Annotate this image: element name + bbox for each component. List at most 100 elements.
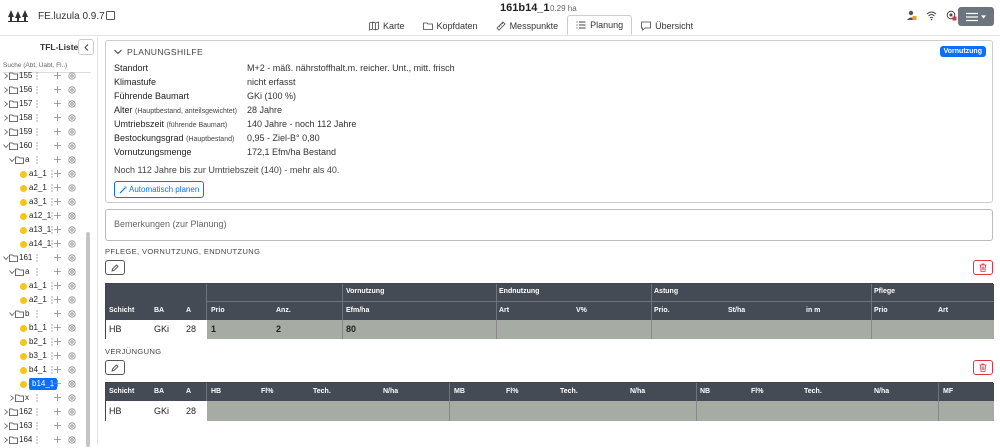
- tree-folder[interactable]: b: [0, 308, 92, 322]
- tree-folder[interactable]: 159: [0, 126, 92, 140]
- tree-leaf[interactable]: b1_1: [0, 322, 92, 336]
- gear-icon[interactable]: [68, 380, 76, 388]
- plus-icon[interactable]: [54, 310, 61, 317]
- plus-icon[interactable]: [54, 394, 61, 401]
- gear-icon[interactable]: [68, 170, 76, 178]
- gear-icon[interactable]: [68, 100, 76, 108]
- gear-icon[interactable]: [68, 212, 76, 220]
- gear-icon[interactable]: [68, 282, 76, 290]
- gear-icon[interactable]: [68, 72, 76, 80]
- wifi-icon[interactable]: [926, 10, 937, 21]
- tab-planung[interactable]: Planung: [567, 15, 633, 35]
- gear-icon[interactable]: [68, 324, 76, 332]
- column-header[interactable]: V%: [576, 307, 587, 314]
- gear-icon[interactable]: [68, 226, 76, 234]
- plus-icon[interactable]: [54, 324, 61, 331]
- pflege-delete-button[interactable]: [973, 260, 993, 275]
- tree-folder[interactable]: 164: [0, 434, 92, 448]
- planungshilfe-header[interactable]: PLANUNGSHILFE: [114, 47, 203, 57]
- gear-icon[interactable]: [68, 366, 76, 374]
- tree-leaf[interactable]: b4_1: [0, 364, 92, 378]
- gear-icon[interactable]: [68, 422, 76, 430]
- column-header[interactable]: St/ha: [728, 307, 745, 314]
- column-header[interactable]: A: [186, 307, 191, 314]
- gear-icon[interactable]: [68, 436, 76, 444]
- tree-leaf[interactable]: b2_1: [0, 336, 92, 350]
- gear-icon[interactable]: [68, 338, 76, 346]
- sidebar-scrollbar[interactable]: [86, 232, 90, 447]
- plus-icon[interactable]: [54, 128, 61, 135]
- tree-folder[interactable]: 160: [0, 140, 92, 154]
- plus-icon[interactable]: [54, 226, 61, 233]
- plus-icon[interactable]: [54, 436, 61, 443]
- column-header[interactable]: Fl%: [751, 388, 763, 395]
- plus-icon[interactable]: [54, 86, 61, 93]
- tree-folder[interactable]: 157: [0, 98, 92, 112]
- plus-icon[interactable]: [54, 240, 61, 247]
- tree-folder[interactable]: 162: [0, 406, 92, 420]
- plus-icon[interactable]: [54, 156, 61, 163]
- tab-uebersicht[interactable]: Übersicht: [632, 15, 702, 35]
- gear-icon[interactable]: [68, 142, 76, 150]
- plus-icon[interactable]: [54, 422, 61, 429]
- column-header[interactable]: Tech.: [560, 388, 578, 395]
- tree-leaf[interactable]: a14_1: [0, 238, 92, 252]
- gear-icon[interactable]: [68, 394, 76, 402]
- column-header[interactable]: Prio: [874, 307, 888, 314]
- plus-icon[interactable]: [54, 296, 61, 303]
- gear-icon[interactable]: [68, 240, 76, 248]
- column-header[interactable]: BA: [154, 307, 164, 314]
- column-header[interactable]: Art: [938, 307, 948, 314]
- verjuengung-delete-button[interactable]: [973, 360, 993, 375]
- tree-leaf[interactable]: a1_1: [0, 168, 92, 182]
- gear-icon[interactable]: [68, 114, 76, 122]
- column-header[interactable]: Prio: [211, 307, 225, 314]
- tree-leaf[interactable]: a13_1: [0, 224, 92, 238]
- column-header[interactable]: Tech.: [804, 388, 822, 395]
- column-header[interactable]: MF: [943, 388, 953, 395]
- column-header[interactable]: Schicht: [109, 307, 134, 314]
- column-header[interactable]: Fl%: [506, 388, 518, 395]
- plus-icon[interactable]: [54, 408, 61, 415]
- tree-leaf[interactable]: a2_1: [0, 294, 92, 308]
- tree-folder[interactable]: 163: [0, 420, 92, 434]
- column-header[interactable]: in m: [806, 307, 820, 314]
- gear-icon[interactable]: [68, 352, 76, 360]
- plus-icon[interactable]: [54, 352, 61, 359]
- column-header[interactable]: Art: [499, 307, 509, 314]
- gear-icon[interactable]: [68, 296, 76, 304]
- gear-icon[interactable]: [68, 408, 76, 416]
- remarks-textarea[interactable]: [105, 209, 993, 241]
- gear-icon[interactable]: [68, 268, 76, 276]
- column-header[interactable]: A: [186, 388, 191, 395]
- plus-icon[interactable]: [54, 282, 61, 289]
- tree-leaf[interactable]: a12_1: [0, 210, 92, 224]
- verjuengung-edit-button[interactable]: [105, 360, 125, 375]
- tree-folder[interactable]: 156: [0, 84, 92, 98]
- plus-icon[interactable]: [54, 170, 61, 177]
- gear-icon[interactable]: [68, 128, 76, 136]
- gear-icon[interactable]: [68, 86, 76, 94]
- tree-leaf[interactable]: a2_1: [0, 182, 92, 196]
- plus-icon[interactable]: [54, 366, 61, 373]
- column-header[interactable]: Prio.: [654, 307, 670, 314]
- plus-icon[interactable]: [54, 380, 61, 387]
- tab-kopfdaten[interactable]: Kopfdaten: [414, 15, 487, 35]
- column-header[interactable]: BA: [154, 388, 164, 395]
- gear-icon[interactable]: [68, 156, 76, 164]
- column-header[interactable]: N/ha: [383, 388, 398, 395]
- column-header[interactable]: Efm/ha: [346, 307, 369, 314]
- tab-karte[interactable]: Karte: [360, 15, 414, 35]
- column-header[interactable]: Anz.: [276, 307, 291, 314]
- column-header[interactable]: NB: [700, 388, 710, 395]
- tree-folder[interactable]: 161: [0, 252, 92, 266]
- tree-folder[interactable]: 158: [0, 112, 92, 126]
- column-header[interactable]: Schicht: [109, 388, 134, 395]
- plus-icon[interactable]: [54, 268, 61, 275]
- tree-leaf[interactable]: a3_1: [0, 196, 92, 210]
- plus-icon[interactable]: [54, 198, 61, 205]
- app-checkbox[interactable]: [106, 11, 115, 20]
- column-header[interactable]: Fl%: [261, 388, 273, 395]
- column-header[interactable]: N/ha: [630, 388, 645, 395]
- plus-icon[interactable]: [54, 212, 61, 219]
